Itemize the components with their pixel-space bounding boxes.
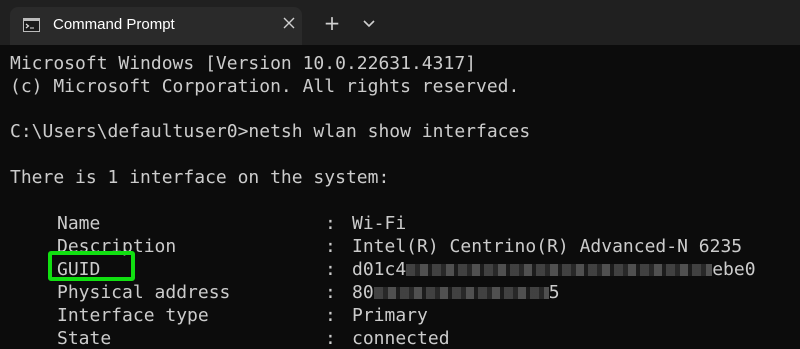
tab-bar: Command Prompt + bbox=[0, 0, 800, 45]
property-separator: : bbox=[325, 328, 336, 349]
console-line: (c) Microsoft Corporation. All rights re… bbox=[10, 76, 520, 97]
command-line: C:\Users\defaultuser0>netsh wlan show in… bbox=[10, 121, 531, 142]
property-row-guid: GUID: d01c4 ebe0 bbox=[57, 258, 756, 281]
close-icon[interactable] bbox=[281, 15, 297, 31]
console-line: There is 1 interface on the system: bbox=[10, 167, 390, 188]
console-output[interactable]: Microsoft Windows [Version 10.0.22631.43… bbox=[0, 45, 800, 349]
terminal-window: Command Prompt + Microsoft Windows [Vers… bbox=[0, 0, 800, 349]
property-value: Intel(R) Centrino(R) Advanced-N 6235 bbox=[352, 236, 743, 257]
property-row-description: Description: Intel(R) Centrino(R) Advance… bbox=[57, 235, 742, 258]
guid-highlight-box bbox=[48, 251, 135, 281]
property-row-physical-address: Physical address:80 5 bbox=[57, 281, 560, 304]
property-value: Wi-Fi bbox=[352, 213, 407, 234]
property-key: Name bbox=[57, 213, 101, 234]
property-row-state: State: connected bbox=[57, 327, 450, 349]
terminal-icon bbox=[23, 18, 40, 32]
property-separator: : bbox=[325, 259, 336, 280]
property-separator: : bbox=[325, 236, 336, 257]
property-separator: : bbox=[325, 213, 336, 234]
tab-command-prompt[interactable]: Command Prompt bbox=[10, 7, 302, 45]
chevron-down-icon[interactable] bbox=[360, 13, 378, 33]
property-value-prefix: d01c4 bbox=[352, 259, 407, 280]
property-key: State bbox=[57, 328, 112, 349]
property-separator: : bbox=[325, 282, 336, 303]
redacted-value bbox=[406, 264, 713, 276]
property-key: Interface type bbox=[57, 305, 209, 326]
property-value-prefix: 80 bbox=[352, 282, 374, 303]
property-separator: : bbox=[325, 305, 336, 326]
console-line: Microsoft Windows [Version 10.0.22631.43… bbox=[10, 53, 476, 74]
property-value-suffix: ebe0 bbox=[712, 259, 756, 280]
property-row-interface-type: Interface type: Primary bbox=[57, 304, 428, 327]
property-value: connected bbox=[352, 328, 450, 349]
redacted-value bbox=[373, 287, 549, 299]
property-value-suffix: 5 bbox=[548, 282, 560, 303]
property-value: Primary bbox=[352, 305, 428, 326]
new-tab-button[interactable]: + bbox=[322, 12, 342, 34]
tab-title: Command Prompt bbox=[53, 16, 175, 33]
property-row-name: Name: Wi-Fi bbox=[57, 212, 406, 235]
property-key: Physical address bbox=[57, 282, 231, 303]
